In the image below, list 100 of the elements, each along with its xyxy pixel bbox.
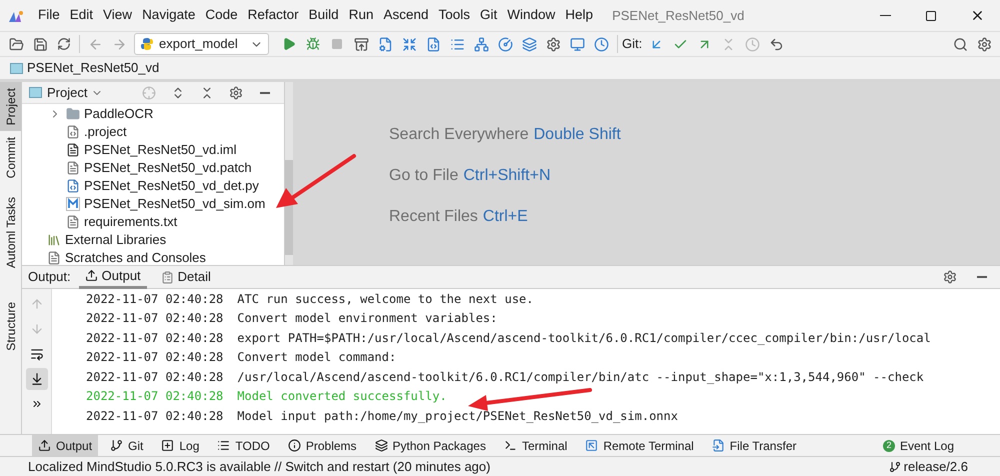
project-view-dropdown[interactable]: Project — [47, 82, 104, 102]
tool-window-tab[interactable]: Terminal — [498, 434, 574, 456]
file-icon — [66, 125, 80, 139]
tree-item[interactable]: PSENet_ResNet50_vd.iml — [84, 140, 236, 160]
side-tab[interactable]: Commit — [0, 131, 21, 185]
list-icon — [217, 439, 230, 452]
menu-item[interactable]: Window — [502, 5, 560, 26]
crosshair-icon — [142, 86, 156, 100]
tree-item[interactable]: PSENet_ResNet50_vd_sim.om — [84, 194, 266, 214]
log-timestamp: 2022-11-07 02:40:28 — [86, 388, 224, 406]
maximize-icon — [925, 10, 937, 22]
scroll-to-end-icon — [30, 372, 44, 386]
tree-item[interactable]: PSENet_ResNet50_vd_det.py — [84, 176, 259, 196]
tool-window-tab[interactable]: Git — [104, 434, 150, 456]
log-timestamp: 2022-11-07 02:40:28 — [86, 368, 224, 386]
tool-window-tab[interactable]: Remote Terminal — [579, 434, 700, 456]
model-file-icon — [66, 197, 80, 211]
log-icon — [161, 439, 174, 452]
menu-item[interactable]: Code — [200, 5, 243, 26]
undo-icon — [768, 36, 784, 52]
log-message: ATC run success, welcome to the next use. — [237, 290, 534, 308]
convert-icon — [402, 36, 416, 52]
tool-window-tab[interactable]: TODO — [211, 434, 276, 456]
scratches-icon — [47, 251, 61, 265]
log-timestamp: 2022-11-07 02:40:28 — [86, 290, 224, 308]
branch-icon — [888, 460, 901, 472]
layers-icon — [374, 439, 388, 452]
project-icon — [10, 62, 23, 74]
window-title: PSENet_ResNet50_vd — [612, 6, 744, 25]
menu-item[interactable]: Git — [475, 5, 502, 26]
file-transfer-icon — [712, 439, 725, 452]
hint-shortcut: Double Shift — [534, 124, 621, 144]
tool-window-title: Output: — [28, 268, 71, 286]
log-timestamp: 2022-11-07 02:40:28 — [86, 349, 224, 366]
breadcrumb-item[interactable]: PSENet_ResNet50_vd — [27, 58, 160, 78]
forward-icon — [112, 36, 126, 52]
detail-tab[interactable]: Detail — [154, 265, 217, 289]
refresh-icon — [57, 37, 71, 51]
log-timestamp: 2022-11-07 02:40:28 — [86, 330, 224, 347]
menu-item[interactable]: Ascend — [378, 5, 434, 26]
log-message: Convert model environment variables: — [237, 310, 498, 328]
menu-item[interactable]: Help — [560, 5, 598, 26]
menu-item[interactable]: View — [98, 5, 138, 26]
libraries-icon — [47, 233, 61, 247]
menu-item[interactable]: File — [33, 5, 65, 26]
tool-window-tab[interactable]: 2 Event Log — [876, 434, 960, 456]
menu-item[interactable]: Refactor — [242, 5, 304, 26]
search-icon — [952, 36, 968, 52]
clock-icon — [594, 36, 608, 52]
tool-window-tab[interactable]: Problems — [282, 434, 363, 456]
folder-icon — [8, 36, 24, 52]
wrap-icon — [30, 347, 44, 361]
more-icon — [30, 398, 42, 410]
bug-icon — [306, 37, 320, 51]
branch-widget[interactable]: release/2.6 — [888, 456, 968, 476]
upload-icon — [84, 269, 98, 282]
tool-window-tab[interactable]: Output — [32, 434, 98, 456]
tree-item[interactable]: External Libraries — [65, 230, 166, 250]
log-timestamp: 2022-11-07 02:40:28 — [86, 408, 224, 425]
clipboard-icon — [160, 270, 174, 284]
side-tab[interactable]: Project — [0, 82, 21, 132]
tool-window-tab[interactable]: Log — [155, 434, 206, 456]
file-code-icon — [426, 36, 440, 52]
gauge-icon — [498, 36, 512, 52]
git-label: Git: — [622, 35, 642, 54]
menu-item[interactable]: Tools — [434, 5, 476, 26]
run-configuration-dropdown[interactable]: export_model — [134, 33, 269, 55]
info-icon — [288, 439, 301, 452]
scroll-to-end-button[interactable] — [26, 368, 48, 390]
tool-window-tab[interactable]: File Transfer — [706, 434, 802, 456]
tree-item[interactable]: PSENet_ResNet50_vd.patch — [84, 158, 252, 178]
menu-item[interactable]: Edit — [64, 5, 98, 26]
file-icon — [66, 161, 80, 175]
log-message: Model converted successfully. — [237, 388, 447, 406]
tree-item[interactable]: .project — [84, 122, 127, 142]
python-file-icon — [66, 179, 80, 193]
tool-window-tab[interactable]: Python Packages — [368, 434, 492, 456]
play-icon — [282, 37, 296, 51]
side-tab[interactable]: Automl Tasks — [0, 190, 21, 274]
list-icon — [450, 36, 464, 52]
tree-item[interactable]: requirements.txt — [84, 212, 178, 232]
log-message: Convert model command: — [237, 349, 396, 366]
monitor-icon — [570, 36, 584, 52]
hint-action: Go to File — [389, 166, 458, 186]
menu-item[interactable]: Navigate — [137, 5, 200, 26]
tree-item[interactable]: Scratches and Consoles — [65, 248, 206, 265]
scrollbar[interactable] — [285, 82, 293, 265]
menu-item[interactable]: Build — [304, 5, 344, 26]
log-message: export PATH=$PATH:/usr/local/Ascend/ascend-toolkit/6.0.RC1/compiler/ccec_compiler/bin:/usr/local — [237, 330, 931, 347]
text-file-icon — [66, 215, 80, 229]
hint-shortcut: Ctrl+Shift+N — [463, 166, 550, 186]
save-icon — [32, 36, 48, 52]
network-icon — [474, 36, 488, 52]
minimize-icon — [260, 92, 270, 94]
side-tab[interactable]: Structure — [0, 296, 21, 357]
menu-item[interactable]: Run — [344, 5, 378, 26]
file-gear-icon — [378, 36, 392, 52]
hint-action: Recent Files — [389, 206, 478, 226]
terminal-icon — [504, 439, 517, 452]
tree-item[interactable]: PaddleOCR — [84, 104, 154, 124]
